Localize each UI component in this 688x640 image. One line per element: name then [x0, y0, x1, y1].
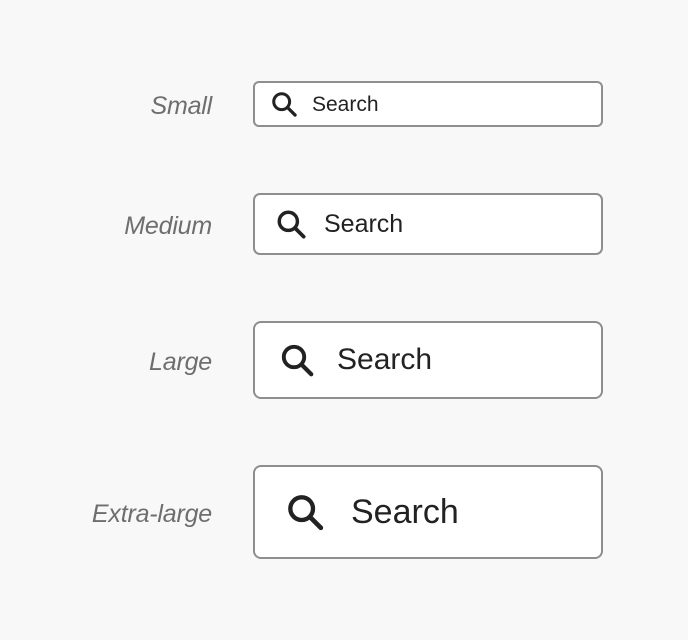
search-icon [288, 495, 324, 531]
size-label-large: Large [149, 348, 212, 376]
search-placeholder: Search [324, 209, 404, 238]
search-placeholder: Search [337, 343, 433, 376]
size-label-extra-large: Extra-large [91, 500, 212, 528]
size-label-small: Small [150, 92, 212, 120]
search-icon [272, 92, 297, 117]
search-placeholder: Search [351, 493, 459, 531]
search-icon [281, 344, 314, 377]
search-placeholder: Search [312, 92, 379, 116]
search-field-medium[interactable]: Search [253, 193, 603, 255]
search-field-extra-large[interactable]: Search [253, 465, 603, 559]
search-field-large[interactable]: Search [253, 321, 603, 399]
search-icon [277, 210, 306, 239]
size-label-medium: Medium [124, 212, 212, 240]
search-field-small[interactable]: Search [253, 81, 603, 127]
